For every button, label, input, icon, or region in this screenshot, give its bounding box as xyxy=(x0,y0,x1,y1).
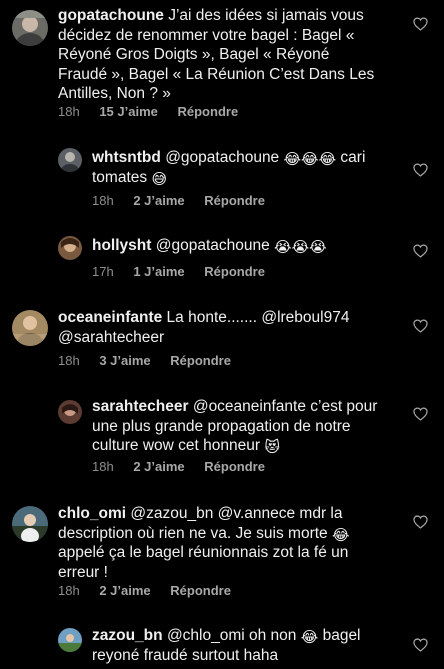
reply-button[interactable]: Répondre xyxy=(204,459,265,475)
avatar-whtsntbd[interactable] xyxy=(58,148,82,172)
comment-username[interactable]: gopatachoune xyxy=(58,7,164,24)
comment-body: @gopatachoune xyxy=(165,149,280,166)
heart-icon[interactable] xyxy=(413,638,428,652)
comment-whtsntbd: whtsntbd @gopatachoune 😂😂😂 cari tomates … xyxy=(0,140,444,210)
comment-meta: 18h 2 J’aime Répondre xyxy=(58,583,231,599)
likes-count[interactable]: 2 J’aime xyxy=(133,459,184,475)
comment-time: 18h xyxy=(58,583,80,598)
comment-username[interactable]: oceaneinfante xyxy=(58,309,162,326)
avatar-hollysht[interactable] xyxy=(58,236,82,260)
comment-time: 17h xyxy=(92,264,114,279)
comment-time: 18h xyxy=(58,104,80,119)
heart-icon[interactable] xyxy=(413,319,428,333)
emoji-cry-icon: 😭 xyxy=(309,239,327,256)
comment-body: @chlo_omi oh non xyxy=(166,627,297,644)
likes-count[interactable]: 3 J’aime xyxy=(99,353,150,369)
avatar-gopatachoune[interactable] xyxy=(12,10,48,46)
heart-icon[interactable] xyxy=(413,244,428,258)
likes-count[interactable]: 1 J’aime xyxy=(133,264,184,280)
emoji-sweat-icon: 😅 xyxy=(151,170,168,188)
heart-icon[interactable] xyxy=(413,17,428,31)
avatar-oceaneinfante[interactable] xyxy=(12,310,48,346)
comment-time: 18h xyxy=(58,353,80,368)
reply-button[interactable]: Répondre xyxy=(204,264,265,280)
comment-text: gopatachoune J’ai des idées si jamais vo… xyxy=(58,6,376,104)
emoji-laugh-icon: 😂 xyxy=(283,151,302,168)
comment-text: oceaneinfante La honte....... @lreboul97… xyxy=(58,308,376,347)
comment-username[interactable]: sarahtecheer xyxy=(92,398,189,415)
likes-count[interactable]: 2 J’aime xyxy=(99,583,150,599)
emoji-laugh-icon: 😂 xyxy=(301,151,319,168)
emoji-laugh-icon: 😂 xyxy=(300,629,319,646)
comment-username[interactable]: hollysht xyxy=(92,237,151,254)
comment-meta: 18h 2 J’aime Répondre xyxy=(92,193,265,209)
reply-button[interactable]: Répondre xyxy=(170,353,231,369)
comment-body-cont: appelé ça le bagel réunionnais zot la fé… xyxy=(58,544,349,581)
comment-time: 18h xyxy=(92,193,114,208)
comment-text: hollysht @gopatachoune 😭😭😭 xyxy=(92,236,370,256)
comment-username[interactable]: chlo_omi xyxy=(58,505,126,522)
avatar-sarahtecheer[interactable] xyxy=(58,400,82,424)
comment-chlo-omi: chlo_omi @zazou_bn @v.annece mdr la desc… xyxy=(0,500,444,605)
reply-button[interactable]: Répondre xyxy=(204,193,265,209)
comment-meta: 17h 1 J’aime Répondre xyxy=(92,264,265,280)
emoji-cry-icon: 😭 xyxy=(274,239,292,256)
heart-icon[interactable] xyxy=(413,163,428,177)
comment-time: 18h xyxy=(92,459,114,474)
comment-gopatachoune: gopatachoune J’ai des idées si jamais vo… xyxy=(0,0,444,128)
likes-count[interactable]: 2 J’aime xyxy=(133,193,184,209)
comment-zazou-bn: zazou_bn @chlo_omi oh non 😂 bagel reyoné… xyxy=(0,620,444,669)
comment-oceaneinfante: oceaneinfante La honte....... @lreboul97… xyxy=(0,302,444,372)
comment-text: zazou_bn @chlo_omi oh non 😂 bagel reyoné… xyxy=(92,626,380,665)
comment-text: sarahtecheer @oceaneinfante c’est pour u… xyxy=(92,397,380,456)
comment-meta: 18h 3 J’aime Répondre xyxy=(58,353,231,369)
comment-username[interactable]: zazou_bn xyxy=(92,627,163,644)
likes-count[interactable]: 15 J’aime xyxy=(99,104,158,120)
comment-body: @gopatachoune xyxy=(155,237,270,254)
comment-username[interactable]: whtsntbd xyxy=(92,149,161,166)
comment-meta: 18h 2 J’aime Répondre xyxy=(92,459,265,475)
emoji-devil-icon: 😻 xyxy=(264,439,280,456)
emoji-cry-icon: 😭 xyxy=(291,239,310,256)
avatar-chlo-omi[interactable] xyxy=(12,506,48,542)
emoji-laugh-icon: 😂 xyxy=(318,151,337,168)
comment-hollysht: hollysht @gopatachoune 😭😭😭 17h 1 J’aime … xyxy=(0,226,444,282)
heart-icon[interactable] xyxy=(413,407,428,421)
comment-text: chlo_omi @zazou_bn @v.annece mdr la desc… xyxy=(58,504,376,582)
avatar-zazou-bn[interactable] xyxy=(58,628,82,652)
comment-meta: 18h 15 J’aime Répondre xyxy=(58,104,238,120)
reply-button[interactable]: Répondre xyxy=(178,104,239,120)
emoji-laugh-icon: 😂 xyxy=(331,526,350,544)
comment-text: whtsntbd @gopatachoune 😂😂😂 cari tomates … xyxy=(92,148,370,187)
comment-sarahtecheer: sarahtecheer @oceaneinfante c’est pour u… xyxy=(0,392,444,482)
reply-button[interactable]: Répondre xyxy=(170,583,231,599)
heart-icon[interactable] xyxy=(413,515,428,529)
